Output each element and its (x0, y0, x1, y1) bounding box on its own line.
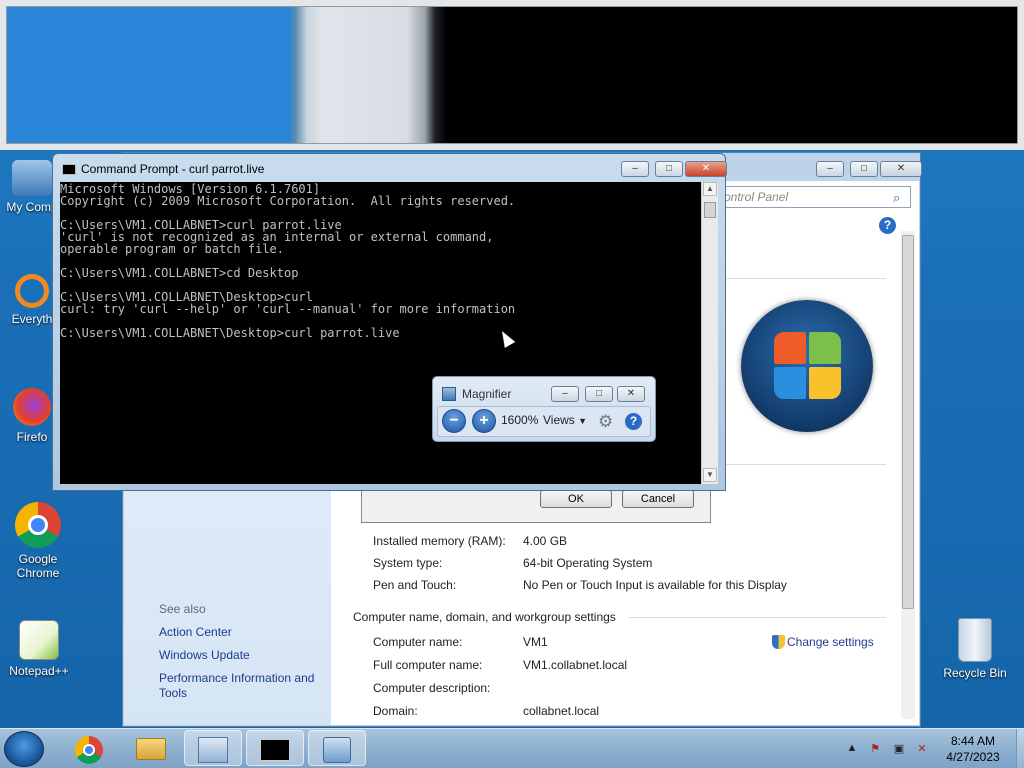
zoom-in-button[interactable]: + (472, 409, 496, 433)
search-input[interactable]: ontrol Panel (719, 186, 911, 208)
clock[interactable]: 8:44 AM 4/27/2023 (930, 733, 1016, 765)
firefox-icon (13, 388, 51, 426)
console-line: operable program or batch file. (60, 242, 284, 256)
close-button[interactable]: ✕ (617, 386, 645, 402)
full-computer-name-label: Full computer name: (373, 658, 483, 672)
pen-touch-value: No Pen or Touch Input is available for t… (523, 578, 787, 592)
scroll-up-arrow-icon[interactable]: ▲ (703, 182, 717, 196)
cmd-icon (62, 164, 76, 175)
maximize-button[interactable]: □ (850, 161, 878, 177)
window-title: Command Prompt - curl parrot.live (81, 162, 265, 176)
views-label: Views (543, 413, 575, 427)
cancel-button[interactable]: Cancel (622, 490, 694, 508)
maximize-button[interactable]: □ (655, 161, 683, 177)
close-button[interactable]: ✕ (880, 161, 922, 177)
action-center-flag-icon[interactable]: ⚑ (868, 742, 882, 756)
show-hidden-icons-icon[interactable]: ▲ (845, 742, 859, 756)
chevron-down-icon: ▼ (578, 416, 588, 426)
scrollbar[interactable] (901, 231, 915, 719)
full-computer-name-value: VM1.collabnet.local (523, 658, 628, 672)
computer-name-label: Computer name: (373, 635, 463, 649)
notepadpp-icon (19, 620, 59, 660)
computer-icon (12, 160, 52, 196)
divider (628, 617, 886, 618)
minimize-button[interactable]: – (816, 161, 844, 177)
domain-label: Domain: (373, 704, 418, 718)
zoom-level: 1600% (501, 413, 539, 427)
windows-logo (741, 300, 873, 432)
scrollbar-thumb[interactable] (704, 202, 716, 218)
taskbar-explorer-button[interactable] (122, 730, 180, 766)
windows-update-link[interactable]: Windows Update (159, 648, 250, 662)
chrome-icon (75, 736, 103, 764)
clock-date: 4/27/2023 (946, 750, 1000, 764)
desktop-icon-label: Google Chrome (16, 552, 60, 580)
scroll-down-arrow-icon[interactable]: ▼ (703, 468, 717, 482)
console-line: C:\Users\VM1.COLLABNET>cd Desktop (60, 266, 299, 280)
ram-label: Installed memory (RAM): (373, 534, 506, 548)
help-icon[interactable]: ? (625, 413, 642, 430)
action-center-link[interactable]: Action Center (159, 625, 232, 639)
desktop-icon-label: My Comp (6, 200, 58, 214)
scrollbar-thumb[interactable] (902, 235, 914, 609)
control-panel-icon (198, 737, 228, 763)
gear-icon[interactable]: ⚙ (598, 412, 613, 432)
desktop-icon-label: Notepad++ (9, 664, 69, 678)
everything-search-icon (15, 274, 49, 308)
search-icon[interactable]: ⌕ (893, 190, 900, 206)
cmd-icon (260, 739, 290, 761)
performance-info-link[interactable]: Performance Information and Tools (159, 671, 324, 701)
folder-icon (136, 738, 166, 760)
desktop-icon-chrome[interactable]: Google Chrome (4, 502, 72, 580)
help-icon[interactable]: ? (879, 217, 896, 234)
minimize-button[interactable]: – (621, 161, 649, 177)
taskbar-magnifier-button[interactable] (308, 730, 366, 766)
computer-name-value: VM1 (523, 635, 548, 649)
taskbar-chrome-button[interactable] (60, 730, 118, 766)
computer-description-label: Computer description: (373, 681, 491, 695)
desktop-icon-label: Recycle Bin (943, 666, 1007, 680)
shield-icon (772, 635, 785, 649)
taskbar-cmd-button[interactable] (246, 730, 304, 766)
chrome-icon (15, 502, 61, 548)
console-line: C:\Users\VM1.COLLABNET\Desktop>curl parr… (60, 326, 400, 340)
computer-section-heading: Computer name, domain, and workgroup set… (353, 610, 616, 624)
views-dropdown[interactable]: Views ▼ (543, 413, 587, 427)
scrollbar[interactable]: ▲ ▼ (701, 182, 718, 484)
start-button[interactable] (4, 731, 44, 767)
magnifier-icon (323, 737, 351, 763)
window-title: Magnifier (462, 387, 512, 401)
show-desktop-button[interactable] (1016, 729, 1024, 768)
ram-value: 4.00 GB (523, 534, 568, 548)
maximize-button[interactable]: □ (585, 386, 613, 402)
magnifier-icon (442, 387, 456, 401)
ok-button[interactable]: OK (540, 490, 612, 508)
zoom-out-button[interactable]: − (442, 409, 466, 433)
desktop-icon-label: Firefo (16, 430, 48, 444)
volume-muted-icon[interactable]: ✕ (915, 742, 929, 756)
desktop-icon-label: Everyth (11, 312, 53, 326)
console-line: Copyright (c) 2009 Microsoft Corporation… (60, 194, 516, 208)
magnified-view (6, 6, 1018, 144)
system-type-label: System type: (373, 556, 443, 570)
desktop-icon-recycle-bin[interactable]: Recycle Bin (940, 618, 1010, 680)
change-settings-link[interactable]: Change settings (787, 635, 874, 649)
magnifier-toolbar[interactable]: Magnifier – □ ✕ − + 1600% Views ▼ ⚙ ? (432, 376, 656, 442)
console-line: curl: try 'curl --help' or 'curl --manua… (60, 302, 516, 316)
recycle-bin-icon (958, 618, 992, 662)
close-button[interactable]: ✕ (685, 161, 727, 177)
taskbar-control-panel-button[interactable] (184, 730, 242, 766)
see-also-heading: See also (159, 602, 206, 616)
pen-touch-label: Pen and Touch: (373, 578, 457, 592)
system-type-value: 64-bit Operating System (523, 556, 653, 570)
network-icon[interactable]: ▣ (892, 742, 906, 756)
domain-value: collabnet.local (523, 704, 600, 718)
desktop-icon-notepadpp[interactable]: Notepad++ (2, 620, 76, 678)
clock-time: 8:44 AM (950, 734, 996, 748)
minimize-button[interactable]: – (551, 386, 579, 402)
magnifier-lens-area (0, 0, 1024, 150)
